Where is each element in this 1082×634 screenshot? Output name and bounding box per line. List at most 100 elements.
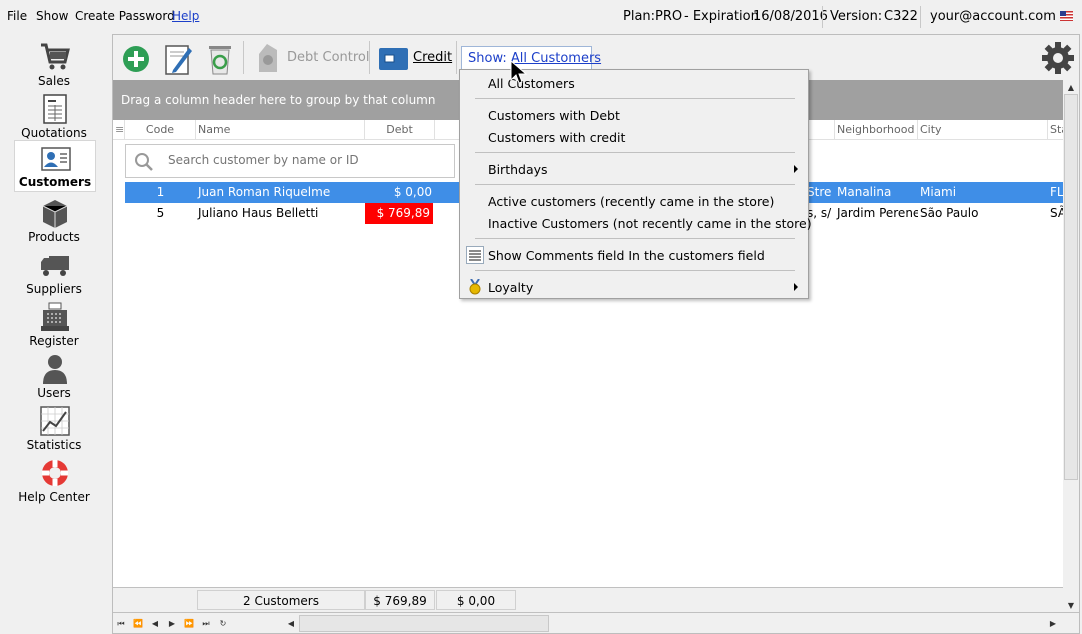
plan-value: PRO xyxy=(655,9,683,24)
column-chooser-icon[interactable]: ≡ xyxy=(113,120,125,140)
sidebar-item-label: Register xyxy=(29,334,79,348)
column-header-state[interactable]: Sta xyxy=(1048,120,1063,140)
sidebar-item-label: Products xyxy=(28,230,80,244)
box-icon xyxy=(42,200,68,228)
plan-label: Plan: xyxy=(623,9,656,24)
grid-footer: 2 Customers $ 769,89 $ 0,00 xyxy=(113,587,1063,612)
sidebar-item-users[interactable]: Users xyxy=(14,350,96,402)
column-header-neighborhood[interactable]: Neighborhood xyxy=(835,120,918,140)
scroll-right-icon[interactable]: ▶ xyxy=(1045,616,1061,631)
edit-icon[interactable] xyxy=(163,40,193,76)
vertical-scrollbar[interactable]: ▲ ▼ xyxy=(1063,80,1079,612)
submenu-arrow-icon xyxy=(794,165,798,173)
horizontal-scrollbar[interactable] xyxy=(299,615,549,632)
truck-icon xyxy=(41,256,69,276)
sidebar-item-sales[interactable]: Sales xyxy=(14,38,96,90)
medal-icon xyxy=(469,279,481,295)
menu-item-birthdays[interactable]: Birthdays xyxy=(488,162,548,177)
cell-name: Juan Roman Riquelme xyxy=(198,185,331,199)
sidebar-item-label: Suppliers xyxy=(26,282,82,296)
sidebar-item-products[interactable]: Products xyxy=(14,194,96,246)
cell-code: 1 xyxy=(156,185,165,199)
next-record-icon[interactable]: ▶ xyxy=(164,616,180,631)
expiration-label: - Expiration xyxy=(684,9,759,24)
account-email[interactable]: your@account.com xyxy=(930,9,1056,24)
sidebar-item-register[interactable]: Register xyxy=(14,298,96,350)
column-header-debt[interactable]: Debt xyxy=(365,120,435,140)
cell-neighborhood: Manalina xyxy=(837,185,892,199)
credit-button[interactable]: Credit xyxy=(413,50,452,65)
us-flag-icon[interactable] xyxy=(1060,11,1073,21)
cell-street: Stre xyxy=(807,185,832,199)
sidebar-item-statistics[interactable]: Statistics xyxy=(14,402,96,454)
menu-item-inactive-customers[interactable]: Inactive Customers (not recently came in… xyxy=(488,216,812,231)
toolbar-divider xyxy=(369,41,370,74)
mouse-cursor-icon xyxy=(510,60,528,84)
recycle-bin-icon[interactable] xyxy=(205,40,235,76)
prev-page-icon[interactable]: ⏪ xyxy=(130,616,146,631)
sidebar-item-label: Customers xyxy=(18,175,92,189)
scroll-up-icon[interactable]: ▲ xyxy=(1063,80,1079,95)
search-box xyxy=(125,144,455,178)
menu-change-password[interactable]: Create Password xyxy=(75,9,175,23)
cell-name: Juliano Haus Belletti xyxy=(198,206,319,220)
sidebar-item-label: Quotations xyxy=(21,126,87,140)
customer-card-icon xyxy=(41,147,71,171)
lifebuoy-icon xyxy=(42,460,68,486)
menu-separator xyxy=(475,98,795,99)
cell-debt: $ 0,00 xyxy=(393,185,432,199)
refresh-icon[interactable]: ↻ xyxy=(215,616,231,631)
column-header-name[interactable]: Name xyxy=(196,120,365,140)
toolbar-divider xyxy=(243,41,244,74)
menu-item-all-customers[interactable]: All Customers xyxy=(488,76,575,91)
cart-icon xyxy=(41,43,70,70)
record-navigator: ⏮ ⏪ ◀ ▶ ⏩ ⏭ ↻ ◀ ▶ xyxy=(113,612,1079,633)
sidebar-item-customers[interactable]: Customers xyxy=(14,140,96,192)
scroll-left-icon[interactable]: ◀ xyxy=(283,616,299,631)
show-filter-dropdown: All Customers Customers with Debt Custom… xyxy=(459,69,812,299)
footer-count: 2 Customers xyxy=(197,590,365,610)
menu-item-loyalty[interactable]: Loyalty xyxy=(488,280,533,295)
menu-file[interactable]: File xyxy=(7,9,27,23)
column-header-code[interactable]: Code xyxy=(125,120,196,140)
cell-city: Miami xyxy=(920,185,957,199)
menu-item-customers-with-credit[interactable]: Customers with credit xyxy=(488,130,625,145)
divider xyxy=(920,6,921,28)
sidebar-item-suppliers[interactable]: Suppliers xyxy=(14,246,96,298)
first-record-icon[interactable]: ⏮ xyxy=(113,616,129,631)
search-input[interactable] xyxy=(168,153,438,167)
sidebar-item-label: Users xyxy=(37,386,71,400)
cell-code: 5 xyxy=(156,206,165,220)
vertical-scroll-thumb[interactable] xyxy=(1064,94,1078,480)
credit-card-icon[interactable] xyxy=(377,40,409,76)
gear-icon[interactable] xyxy=(1041,41,1075,75)
submenu-arrow-icon xyxy=(794,283,798,291)
sidebar-item-quotations[interactable]: Quotations xyxy=(14,90,96,142)
add-customer-icon[interactable] xyxy=(121,40,151,76)
cash-register-icon xyxy=(41,302,69,331)
column-header-city[interactable]: City xyxy=(918,120,1048,140)
user-icon xyxy=(43,355,67,384)
prev-record-icon[interactable]: ◀ xyxy=(147,616,163,631)
debt-control-icon[interactable] xyxy=(253,40,283,76)
chart-icon xyxy=(40,406,70,436)
cell-neighborhood: Jardim Perene xyxy=(837,206,918,220)
document-icon xyxy=(43,94,67,124)
next-page-icon[interactable]: ⏩ xyxy=(181,616,197,631)
last-record-icon[interactable]: ⏭ xyxy=(198,616,214,631)
comments-list-icon xyxy=(466,246,484,264)
menu-item-show-comments[interactable]: Show Comments field In the customers fie… xyxy=(488,248,765,263)
sidebar-item-label: Help Center xyxy=(18,490,90,504)
search-icon xyxy=(135,153,153,171)
debt-control-button[interactable]: Debt Control xyxy=(287,50,369,65)
scroll-down-icon[interactable]: ▼ xyxy=(1063,598,1079,613)
menu-item-active-customers[interactable]: Active customers (recently came in the s… xyxy=(488,194,774,209)
menu-show[interactable]: Show xyxy=(36,9,68,23)
menu-separator xyxy=(475,270,795,271)
sidebar-item-help-center[interactable]: Help Center xyxy=(14,454,96,506)
version-value: C322 xyxy=(884,9,918,24)
cell-state: FL xyxy=(1050,185,1063,199)
divider xyxy=(822,6,823,28)
menu-help[interactable]: Help xyxy=(172,9,199,23)
menu-item-customers-with-debt[interactable]: Customers with Debt xyxy=(488,108,620,123)
